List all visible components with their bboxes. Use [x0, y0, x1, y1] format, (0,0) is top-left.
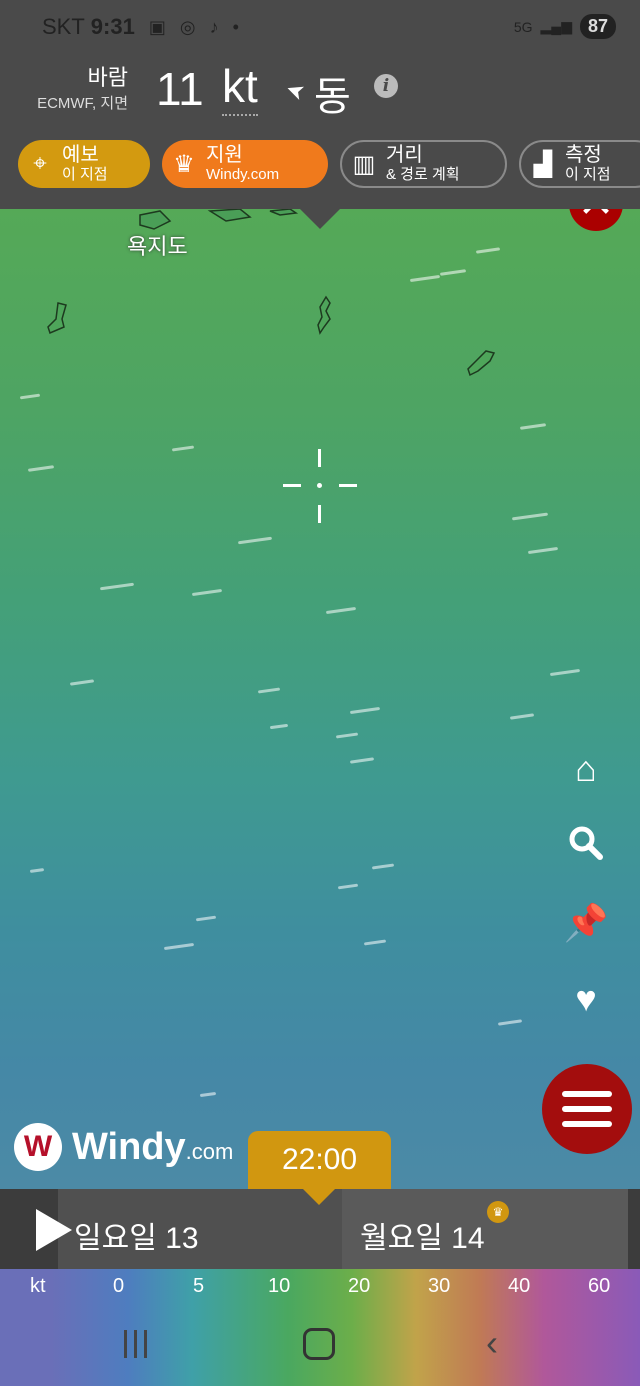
island-label: 욕지도 — [127, 234, 188, 259]
battery-indicator: 87 — [579, 14, 616, 39]
ruler-icon: ▥ — [352, 150, 376, 178]
wind-streak — [527, 546, 559, 555]
legend-value: 30 — [428, 1275, 451, 1297]
legend-value: 60 — [588, 1275, 611, 1297]
wind-streak — [19, 393, 41, 400]
wind-streak — [409, 274, 441, 283]
wind-header: 바람 ECMWF, 지면 11 kt ➤ 동 i — [0, 56, 640, 136]
measure-label: 측정 — [565, 144, 602, 166]
wind-streak — [257, 687, 281, 694]
distance-sublabel: & 경로 계획 — [386, 166, 460, 183]
action-button-row: ⌖ 예보 이 지점 ♛ 지원 Windy.com ▥ 거리 & 경로 계획 ▟ … — [0, 136, 640, 209]
crown-icon: ♛ — [173, 150, 195, 178]
recents-icon[interactable] — [124, 1330, 147, 1358]
wind-streak — [349, 757, 375, 764]
measure-sublabel: 이 지점 — [565, 166, 611, 183]
legend-value: 0 — [113, 1275, 125, 1297]
overlay-model[interactable]: ECMWF, 지면 — [37, 92, 128, 113]
search-icon[interactable] — [562, 823, 610, 871]
wind-streak — [199, 1091, 217, 1098]
wind-map[interactable]: 욕지도 ✕ ⌂ 📌 ♥ W Windy.com 22:00 — [0, 209, 640, 1189]
wind-streak — [27, 465, 55, 472]
carrier: SKT — [42, 14, 85, 39]
wind-streak — [337, 883, 359, 890]
screenshot-icon: ▣ — [148, 16, 166, 37]
home-nav-icon[interactable] — [303, 1328, 335, 1360]
bar-chart-icon: ▟ — [533, 150, 553, 178]
wind-streak — [349, 706, 381, 715]
menu-button[interactable] — [542, 1064, 632, 1154]
overlay-name[interactable]: 바람 — [88, 60, 128, 92]
wind-streak — [475, 247, 501, 254]
support-label: 지원 — [206, 144, 243, 166]
clock: 9:31 — [90, 14, 135, 39]
legend-value: 20 — [348, 1275, 371, 1297]
island-shape — [317, 295, 331, 335]
header-pointer — [300, 209, 340, 229]
windy-logo[interactable]: W Windy.com — [14, 1123, 233, 1171]
legend-value: 5 — [193, 1275, 205, 1297]
distance-button[interactable]: ▥ 거리 & 경로 계획 — [340, 140, 507, 188]
wind-streak — [171, 445, 195, 452]
wind-streak — [497, 1019, 523, 1026]
island-shape — [47, 302, 67, 335]
heart-icon[interactable]: ♥ — [562, 975, 610, 1023]
wind-streak — [509, 713, 535, 720]
wind-streak — [363, 939, 387, 946]
wind-speed-value: 11 — [156, 63, 204, 115]
wind-streak — [269, 723, 289, 730]
crosshair-icon — [283, 449, 357, 523]
wind-streak — [325, 606, 357, 615]
system-nav-bar: ‹ — [0, 1320, 640, 1386]
wind-streak — [29, 868, 45, 873]
distance-label: 거리 — [386, 144, 423, 166]
premium-crown-icon: ♛ — [487, 1201, 509, 1223]
legend-unit: kt — [30, 1275, 46, 1297]
island-shape — [467, 350, 496, 377]
voicemail-icon: ◎ — [179, 16, 196, 37]
close-button[interactable]: ✕ — [569, 209, 623, 231]
tiktok-icon: ♪ — [209, 16, 219, 37]
windy-logo-icon: W — [14, 1123, 62, 1171]
pin-icon[interactable]: 📌 — [562, 899, 610, 947]
back-icon[interactable]: ‹ — [486, 1322, 498, 1364]
day-label-1: 일요일 13 — [74, 1222, 199, 1255]
forecast-sublabel: 이 지점 — [62, 166, 108, 183]
status-bar: SKT 9:31 ▣ ◎ ♪ • 5G ▂▄▆ 87 — [0, 0, 640, 56]
dot-icon: • — [232, 16, 239, 37]
home-icon[interactable]: ⌂ — [562, 745, 610, 793]
legend-value: 10 — [268, 1275, 291, 1297]
wind-streak — [519, 423, 547, 430]
day-label-2: 월요일 14 — [360, 1222, 485, 1255]
timeline-bar[interactable]: 일요일 13 월요일 14 ♛ — [0, 1189, 640, 1269]
current-time-bubble[interactable]: 22:00 — [248, 1131, 391, 1189]
wind-streak — [549, 668, 581, 677]
wind-streak — [511, 512, 549, 521]
timeline-pointer — [303, 1189, 335, 1205]
play-icon[interactable] — [36, 1209, 72, 1251]
measure-button[interactable]: ▟ 측정 이 지점 — [519, 140, 640, 188]
support-button[interactable]: ♛ 지원 Windy.com — [162, 140, 328, 188]
wind-streak — [191, 588, 223, 597]
legend-value: 40 — [508, 1275, 531, 1297]
wind-streak — [237, 536, 273, 545]
forecast-button[interactable]: ⌖ 예보 이 지점 — [18, 140, 150, 188]
wind-streak — [335, 732, 359, 739]
info-icon[interactable]: i — [374, 74, 398, 98]
wind-streak — [99, 582, 135, 591]
wind-unit[interactable]: kt — [222, 62, 258, 116]
wind-streak — [69, 679, 95, 686]
forecast-label: 예보 — [62, 144, 99, 166]
wind-streak — [371, 863, 395, 870]
wind-direction: 동 — [314, 75, 351, 119]
network-label: 5G — [513, 18, 533, 35]
wind-streak — [195, 915, 217, 922]
wind-streak — [439, 269, 467, 276]
wind-streak — [163, 942, 195, 951]
signal-icon: ▂▄▆ — [540, 18, 572, 34]
windy-logo-text: Windy.com — [72, 1125, 234, 1168]
target-icon: ⌖ — [33, 150, 47, 177]
support-sublabel: Windy.com — [206, 166, 280, 183]
wind-direction-arrow-icon: ➤ — [282, 76, 308, 107]
